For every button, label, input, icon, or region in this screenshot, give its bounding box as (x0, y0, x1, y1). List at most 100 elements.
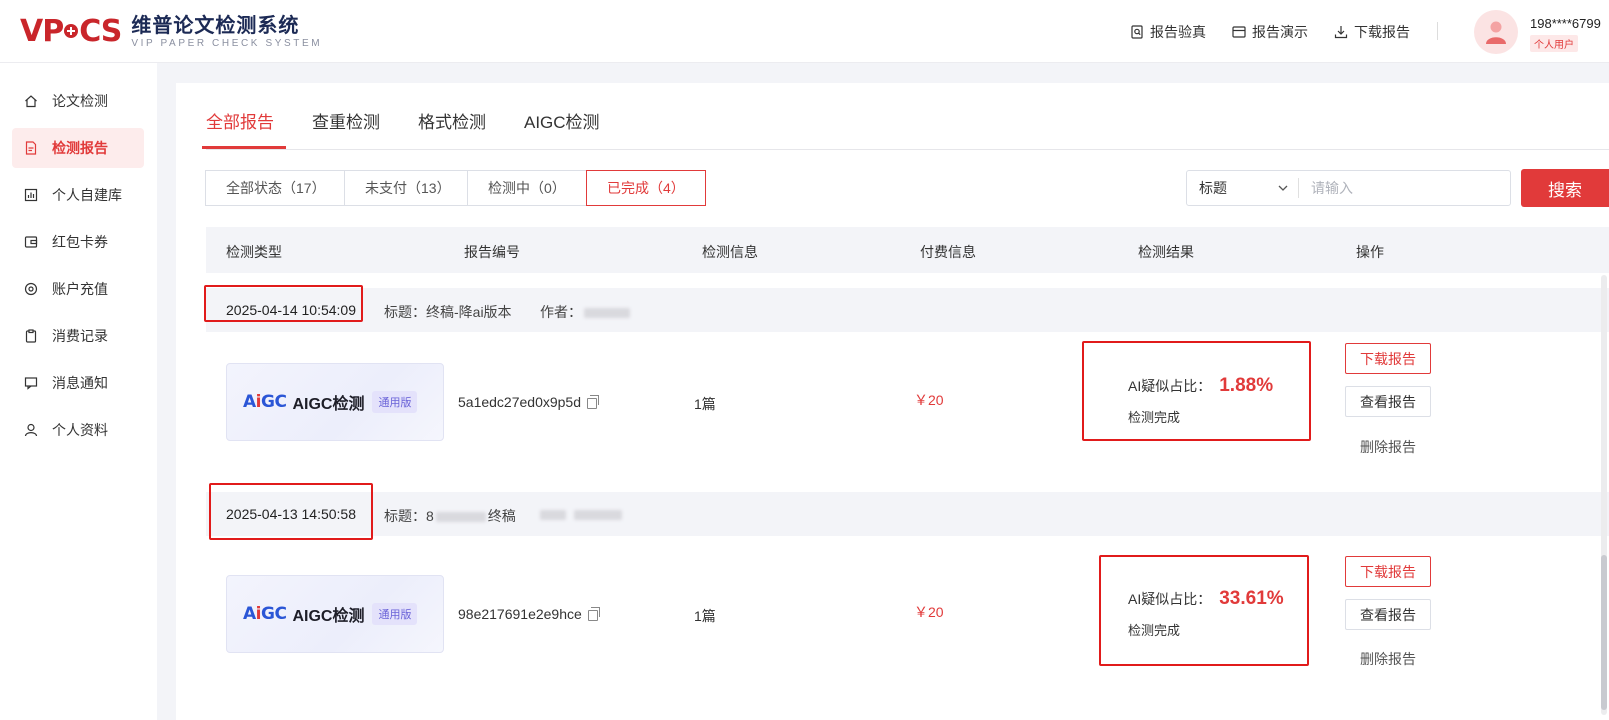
search-box: 标题 (1186, 170, 1511, 206)
header-divider (1437, 22, 1438, 40)
filter-completed[interactable]: 已完成（4） (586, 170, 706, 206)
tab-aigc-check[interactable]: AIGC检测 (524, 103, 600, 149)
sidebar-item-label: 消费记录 (52, 328, 108, 344)
sidebar-item-label: 红包卡券 (52, 234, 108, 250)
report-tabs: 全部报告 查重检测 格式检测 AIGC检测 (202, 103, 638, 149)
sidebar: 论文检测 检测报告 个人自建库 红包卡券 账户充值 消费记录 消息通知 个人资料 (0, 63, 157, 720)
download-report-button[interactable]: 下载报告 (1345, 556, 1431, 587)
detection-type-card: AiGC AIGC检测 通用版 (226, 575, 444, 653)
scrollbar-thumb[interactable] (1601, 555, 1607, 710)
record-author (540, 506, 622, 522)
search-doc-icon (1131, 25, 1143, 39)
redacted-text (540, 510, 566, 521)
detection-result: AI疑似占比： 33.61% 检测完成 (1128, 588, 1284, 639)
column-header: 检测结果 (1138, 244, 1194, 260)
card-title: AIGC检测 (292, 396, 365, 413)
view-report-button[interactable]: 查看报告 (1345, 386, 1431, 417)
redacted-text (574, 510, 622, 521)
sidebar-item-reports[interactable]: 检测报告 (12, 128, 144, 168)
sidebar-item-label: 消息通知 (52, 375, 108, 391)
detection-type-card: AiGC AIGC检测 通用版 (226, 363, 444, 441)
filter-unpaid[interactable]: 未支付（13） (344, 170, 468, 206)
card-title: AIGC检测 (292, 608, 365, 625)
sidebar-item-personal-library[interactable]: 个人自建库 (12, 175, 144, 215)
search-input[interactable] (1299, 180, 1499, 196)
sidebar-item-label: 个人自建库 (52, 187, 122, 203)
top-header: VP CS 维普论文检测系统 VIP PAPER CHECK SYSTEM 报告验… (0, 0, 1609, 63)
filter-in-progress[interactable]: 检测中（0） (467, 170, 587, 206)
tab-duplicate-check[interactable]: 查重检测 (312, 103, 380, 149)
verify-report-link[interactable]: 报告验真 (1130, 22, 1206, 42)
card-badge: 通用版 (372, 391, 418, 413)
verify-report-label: 报告验真 (1150, 24, 1206, 40)
column-header: 操作 (1356, 244, 1384, 260)
coin-icon (24, 282, 38, 296)
copy-icon[interactable] (587, 394, 600, 409)
chevron-down-icon (1278, 185, 1288, 191)
sidebar-item-label: 个人资料 (52, 422, 108, 438)
tab-format-check[interactable]: 格式检测 (418, 103, 486, 149)
result-status: 检测完成 (1128, 623, 1181, 638)
user-icon (24, 423, 38, 437)
aigc-logo-icon: AiGC (243, 604, 287, 624)
download-icon (1334, 26, 1348, 39)
sidebar-item-profile[interactable]: 个人资料 (12, 410, 144, 450)
sidebar-item-recharge[interactable]: 账户充值 (12, 269, 144, 309)
demo-report-label: 报告演示 (1252, 24, 1308, 40)
detection-info: 1篇 (694, 396, 716, 412)
logo-cross-icon (64, 24, 79, 38)
clipboard-icon (25, 329, 37, 343)
demo-report-link[interactable]: 报告演示 (1232, 22, 1308, 42)
search-field-value: 标题 (1199, 180, 1227, 196)
search-field-select[interactable]: 标题 (1187, 178, 1299, 198)
record-group-header: 2025-04-14 10:54:09 标题：终稿-降ai版本 作者： (206, 288, 1609, 332)
download-report-label: 下载报告 (1354, 24, 1410, 40)
tab-all-reports[interactable]: 全部报告 (202, 103, 286, 149)
user-phone[interactable]: 198****6799 (1530, 16, 1601, 31)
record-date: 2025-04-13 14:50:58 (226, 506, 356, 522)
ai-ratio-value: 1.88% (1219, 375, 1274, 396)
record-author: 作者： (540, 302, 630, 322)
title-suffix: 终稿 (487, 508, 516, 524)
result-label: AI疑似占比： (1128, 591, 1212, 607)
copy-icon[interactable] (587, 606, 600, 621)
price: ￥20 (914, 604, 944, 620)
status-filters: 全部状态（17） 未支付（13） 检测中（0） 已完成（4） (205, 170, 706, 206)
wallet-icon (24, 236, 38, 248)
report-id-text: 5a1edc27ed0x9p5d (458, 394, 582, 410)
record-title: 标题：终稿-降ai版本 (384, 304, 512, 320)
sidebar-item-coupons[interactable]: 红包卡券 (12, 222, 144, 262)
search-button[interactable]: 搜索 (1521, 169, 1609, 207)
report-icon (25, 141, 37, 155)
ai-ratio-value: 33.61% (1219, 588, 1284, 609)
avatar[interactable] (1474, 10, 1518, 54)
author-label: 作者： (540, 304, 582, 320)
column-header: 报告编号 (464, 244, 520, 260)
detection-info: 1篇 (694, 608, 716, 624)
sidebar-item-label: 检测报告 (52, 140, 108, 156)
download-report-link[interactable]: 下载报告 (1334, 22, 1410, 42)
column-header: 检测类型 (226, 244, 282, 260)
brand-logo[interactable]: VP CS 维普论文检测系统 VIP PAPER CHECK SYSTEM (20, 14, 322, 50)
message-icon (24, 377, 38, 390)
column-header: 检测信息 (702, 244, 758, 260)
brand-name-en: VIP PAPER CHECK SYSTEM (131, 38, 323, 49)
result-label: AI疑似占比： (1128, 378, 1212, 394)
report-id: 5a1edc27ed0x9p5d (458, 394, 600, 410)
report-id: 98e217691e2e9hce (458, 606, 600, 622)
record-title: 标题：8 终稿 (384, 506, 516, 526)
column-header: 付费信息 (920, 244, 976, 260)
filter-all-status[interactable]: 全部状态（17） (205, 170, 345, 206)
home-icon (25, 95, 37, 108)
delete-report-link[interactable]: 删除报告 (1360, 437, 1416, 457)
sidebar-item-paper-check[interactable]: 论文检测 (12, 81, 144, 121)
view-report-button[interactable]: 查看报告 (1345, 599, 1431, 630)
sidebar-item-messages[interactable]: 消息通知 (12, 363, 144, 403)
redacted-text (435, 512, 486, 523)
sidebar-item-spending[interactable]: 消费记录 (12, 316, 144, 356)
tabs-divider (206, 149, 1609, 150)
download-report-button[interactable]: 下载报告 (1345, 343, 1431, 374)
report-id-text: 98e217691e2e9hce (458, 606, 582, 622)
delete-report-link[interactable]: 删除报告 (1360, 649, 1416, 669)
logo-mark: VP CS (20, 14, 122, 49)
